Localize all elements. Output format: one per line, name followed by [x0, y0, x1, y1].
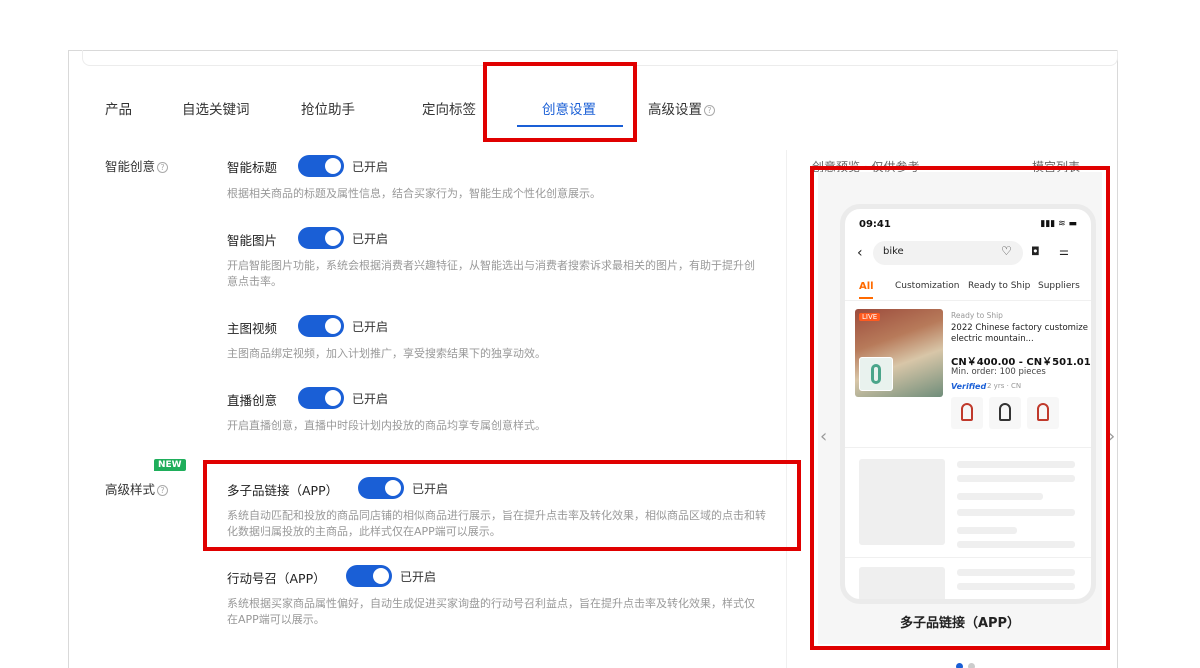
setting-smart-image-status: 已开启: [352, 232, 389, 246]
toggle-knob: [325, 390, 341, 406]
tab-targeting[interactable]: 定向标签: [422, 98, 476, 118]
toggle-knob: [373, 568, 389, 584]
phone-cat-customization: Customization: [895, 281, 960, 291]
phone-divider: [845, 557, 1091, 558]
help-icon[interactable]: ?: [704, 104, 715, 116]
skeleton-line: [957, 509, 1075, 516]
back-icon: ‹: [857, 245, 863, 261]
skeleton-line: [957, 527, 1017, 534]
top-card: [82, 50, 1118, 66]
setting-smart-image-name: 智能图片: [227, 233, 278, 248]
setting-live-creative-status: 已开启: [352, 392, 389, 406]
section-advanced-style: 高级样式?: [105, 479, 169, 498]
setting-main-video-status: 已开启: [352, 320, 389, 334]
skeleton-line: [957, 583, 1075, 590]
tab-rank-assistant[interactable]: 抢位助手: [301, 98, 355, 118]
product-title: 2022 Chinese factory customize electric …: [951, 323, 1088, 344]
panel-divider: [786, 150, 787, 668]
phone-time: 09:41: [859, 219, 891, 230]
setting-smart-image-toggle[interactable]: [298, 227, 344, 249]
skeleton-line: [957, 475, 1075, 482]
skeleton-line: [957, 541, 1075, 548]
setting-smart-title-toggle[interactable]: [298, 155, 344, 177]
phone-cat-indicator: [859, 297, 873, 299]
tab-product[interactable]: 产品: [105, 98, 132, 118]
setting-live-creative-name: 直播创意: [227, 393, 278, 408]
skeleton-line: [957, 461, 1075, 468]
carousel-dots: [956, 655, 980, 668]
similar-product-thumb: [951, 397, 983, 429]
skeleton-image: [859, 459, 945, 545]
carousel-dot[interactable]: [956, 663, 963, 668]
setting-smart-title-status: 已开启: [352, 160, 389, 174]
tab-advanced-settings[interactable]: 高级设置?: [648, 98, 715, 118]
setting-live-creative-toggle[interactable]: [298, 387, 344, 409]
skeleton-line: [957, 493, 1043, 500]
skeleton-line: [957, 569, 1075, 576]
setting-main-video-name: 主图视频: [227, 321, 278, 336]
help-icon[interactable]: ?: [157, 485, 169, 496]
setting-main-video-toggle[interactable]: [298, 315, 344, 337]
product-image: LIVE: [855, 309, 943, 397]
phone-search-row: ‹ bike ♡ ◘ ⚌: [845, 241, 1091, 267]
help-icon[interactable]: ?: [157, 162, 169, 173]
toggle-knob: [325, 230, 341, 246]
filter-icon: ⚌: [1059, 245, 1069, 258]
prev-arrow-icon[interactable]: ‹: [820, 426, 827, 447]
phone-divider: [845, 447, 1091, 448]
tab-advanced-settings-label: 高级设置: [648, 102, 702, 118]
skeleton-image: [859, 567, 945, 599]
phone-product-card: LIVE Ready to Ship 2022 Chinese factory …: [855, 309, 1091, 439]
creative-preview: 09:41 ▮▮▮ ≋ ▬ ‹ bike ♡ ◘ ⚌ All Customiza…: [818, 172, 1102, 644]
similar-product-thumb: [989, 397, 1021, 429]
section-advanced-style-label: 高级样式: [105, 482, 156, 497]
similar-product-thumb: [1027, 397, 1059, 429]
setting-live-creative-desc: 开启直播创意，直播中时段计划内投放的商品均享专属创意样式。: [227, 419, 546, 432]
product-moq: Min. order: 100 pieces: [951, 367, 1046, 377]
heart-icon: ♡: [1001, 244, 1012, 258]
tab-bar: 产品 自选关键词 抢位助手 定向标签 创意设置 高级设置?: [68, 90, 828, 130]
verified-badge: Verified: [951, 382, 987, 391]
phone-cat-ready: Ready to Ship: [968, 281, 1031, 291]
setting-multi-product-toggle[interactable]: [358, 477, 404, 499]
phone-cat-all: All: [859, 281, 874, 292]
setting-multi-product-desc: 系统自动匹配和投放的商品同店铺的相似商品进行展示，旨在提升点击率及转化效果，相似…: [227, 509, 766, 538]
tab-creative-settings[interactable]: 创意设置: [542, 98, 596, 118]
phone-search-text: bike: [883, 246, 904, 257]
phone-category-tabs: All Customization Ready to Ship Supplier…: [845, 277, 1091, 301]
phone-cat-suppliers: Suppliers: [1038, 281, 1080, 291]
toggle-knob: [325, 158, 341, 174]
phone-search-box: bike ♡: [873, 241, 1023, 265]
active-tab-indicator: [517, 125, 623, 127]
toggle-knob: [325, 318, 341, 334]
tab-keywords[interactable]: 自选关键词: [182, 98, 250, 118]
setting-multi-product-status: 已开启: [412, 482, 449, 496]
new-badge: NEW: [154, 459, 186, 471]
section-smart-creative: 智能创意?: [105, 156, 169, 175]
product-tag: Ready to Ship: [951, 311, 1003, 320]
setting-call-to-action-toggle[interactable]: [346, 565, 392, 587]
setting-main-video-desc: 主图商品绑定视频，加入计划推广，享受搜索结果下的独享动效。: [227, 347, 546, 360]
status-bar-icon: ▮▮▮ ≋ ▬: [1040, 219, 1077, 229]
carousel-dot[interactable]: [968, 663, 975, 668]
setting-smart-title-name: 智能标题: [227, 160, 278, 175]
setting-call-to-action-name: 行动号召（APP）: [227, 571, 326, 586]
product-price: CN￥400.00 - CN￥501.01: [951, 357, 1091, 368]
preview-caption: 多子品链接（APP）: [899, 616, 1021, 631]
supplier-meta: 2 yrs · CN: [987, 382, 1022, 390]
setting-multi-product-name: 多子品链接（APP）: [227, 483, 339, 498]
camera-icon: ◘: [1031, 245, 1040, 258]
product-thumb: [859, 357, 893, 391]
setting-smart-title-desc: 根据相关商品的标题及属性信息，结合买家行为，智能生成个性化创意展示。: [227, 187, 601, 200]
next-arrow-icon[interactable]: ›: [1108, 426, 1115, 447]
setting-call-to-action-status: 已开启: [400, 570, 437, 584]
setting-call-to-action-desc: 系统根据买家商品属性偏好，自动生成促进买家询盘的行动号召利益点，旨在提升点击率及…: [227, 597, 755, 626]
phone-mockup: 09:41 ▮▮▮ ≋ ▬ ‹ bike ♡ ◘ ⚌ All Customiza…: [840, 204, 1096, 604]
toggle-knob: [385, 480, 401, 496]
section-smart-creative-label: 智能创意: [105, 159, 156, 174]
setting-smart-image-desc: 开启智能图片功能，系统会根据消费者兴趣特征，从智能选出与消费者搜索诉求最相关的图…: [227, 259, 755, 288]
live-badge: LIVE: [859, 313, 881, 321]
